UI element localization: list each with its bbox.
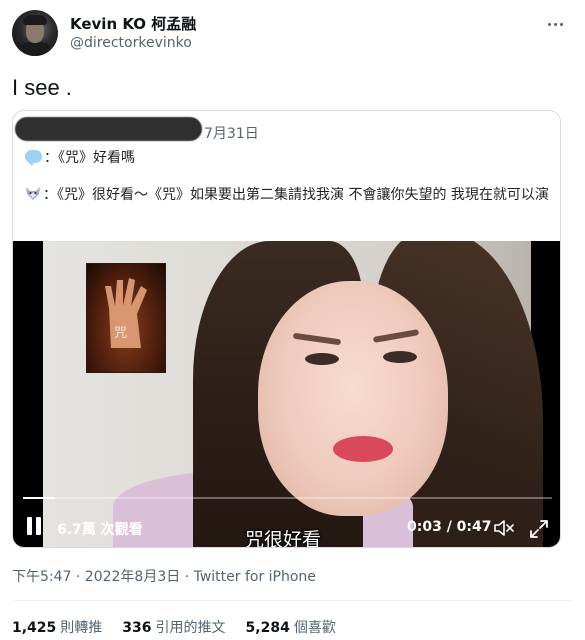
- quote-stat[interactable]: 336 引用的推文: [122, 617, 225, 637]
- like-label: 個喜歡: [293, 620, 336, 636]
- video-subtitle: 咒很好看: [245, 529, 322, 548]
- poster-title: 咒: [114, 326, 128, 341]
- quoted-line-2-text: ：《咒》很好看～《咒》如果要出第二集請找我演 不會讓你失望的 我現在就可以演: [43, 187, 549, 203]
- author-name[interactable]: Kevin KO 柯孟融: [70, 13, 196, 34]
- quote-label: 引用的推文: [155, 620, 226, 636]
- like-count: 5,284: [245, 620, 290, 636]
- retweet-stat[interactable]: 1,425 則轉推: [12, 617, 102, 637]
- movie-poster: 咒: [86, 263, 166, 373]
- mute-icon[interactable]: [493, 519, 515, 537]
- pause-icon: [27, 517, 32, 535]
- quoted-line-1: ：《咒》好看嗎: [25, 147, 135, 167]
- quoted-date: 7月31日: [204, 126, 259, 142]
- quoted-tweet-card[interactable]: 7月31日 ：《咒》好看嗎 ：《咒》很好看～《咒》如果要出第二集請找我演 不會讓…: [12, 110, 561, 548]
- pause-icon-bar: [36, 517, 41, 535]
- like-stat[interactable]: 5,284 個喜歡: [246, 617, 336, 637]
- tweet-stats: 1,425 則轉推 336 引用的推文 5,284 個喜歡: [12, 617, 336, 637]
- wolf-icon: [26, 187, 40, 200]
- video-eye-right: [383, 351, 417, 363]
- quoted-line-2: ：《咒》很好看～《咒》如果要出第二集請找我演 不會讓你失望的 我現在就可以演: [25, 184, 557, 206]
- video-frame: 咒: [43, 241, 543, 547]
- retweet-count: 1,425: [12, 620, 57, 636]
- video-player[interactable]: 咒 6.7萬 次觀看 咒很好看 0:03 / 0:47: [13, 241, 560, 548]
- dot-icon: [547, 22, 551, 26]
- video-time: 0:03 / 0:47: [407, 519, 492, 535]
- quoted-line-1-text: ：《咒》好看嗎: [44, 150, 135, 166]
- fullscreen-icon[interactable]: [529, 519, 549, 539]
- divider: [12, 600, 573, 601]
- pause-button[interactable]: [27, 517, 43, 535]
- retweet-label: 則轉推: [60, 620, 103, 636]
- view-count: 6.7萬 次觀看: [57, 522, 143, 538]
- tweet-text: I see .: [12, 75, 72, 100]
- quote-count: 336: [122, 620, 152, 636]
- video-eye-left: [305, 353, 339, 365]
- tweet-header: Kevin KO 柯孟融 @directorkevinko: [12, 10, 573, 60]
- redacted-username: [15, 117, 202, 141]
- video-face: [258, 281, 448, 516]
- quoted-tweet-header: 7月31日 ：《咒》好看嗎 ：《咒》很好看～《咒》如果要出第二集請找我演 不會讓…: [13, 111, 560, 241]
- dot-icon: [553, 22, 557, 26]
- dot-icon: [559, 22, 563, 26]
- progress-bar[interactable]: [23, 497, 552, 499]
- video-lips: [333, 436, 393, 462]
- more-options-button[interactable]: [543, 14, 567, 34]
- speech-bubble-icon: [25, 150, 42, 166]
- author-handle[interactable]: @directorkevinko: [70, 35, 192, 51]
- avatar[interactable]: [12, 10, 58, 56]
- progress-fill: [23, 497, 55, 499]
- tweet-timestamp[interactable]: 下午5:47 · 2022年8月3日 · Twitter for iPhone: [12, 566, 316, 586]
